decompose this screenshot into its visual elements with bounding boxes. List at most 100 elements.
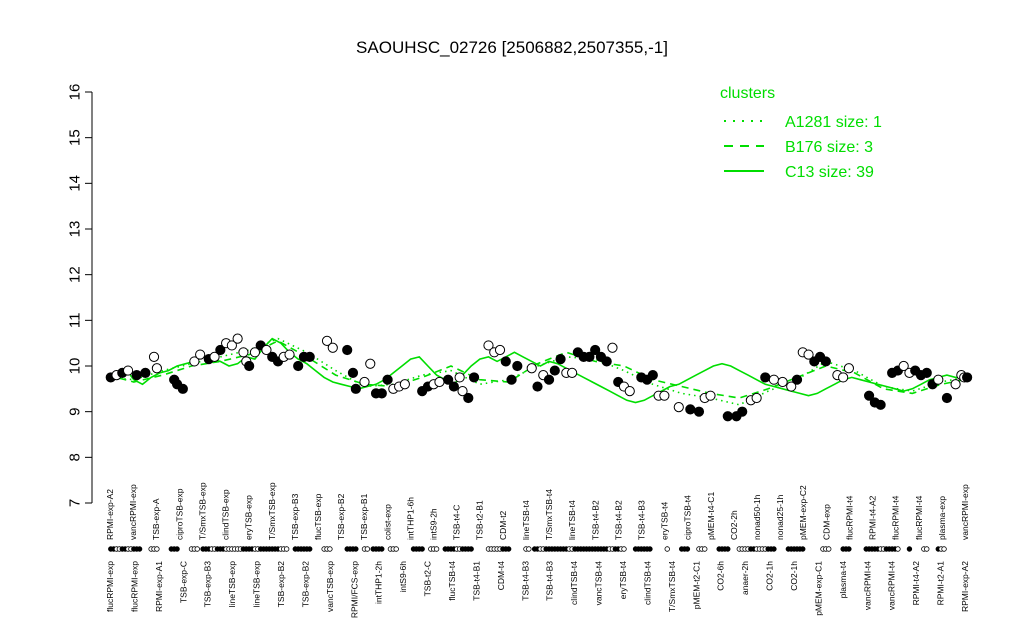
data-point-filled [140,367,151,378]
rug-mark-open [895,546,901,552]
top-sample-label: TSB-t4-C [452,505,462,540]
data-point-filled [875,399,886,410]
bottom-sample-label: RPMI-t2-A1 [936,561,946,606]
data-point-filled [555,354,566,365]
bottom-sample-label: RPMI-t4-A2 [911,561,921,606]
bottom-sample-label: RPMI-exp-A1 [154,561,164,612]
data-point-open [284,349,295,360]
sample-rug [108,546,947,552]
data-point-open [567,367,578,378]
data-point-filled [342,344,353,356]
data-point-filled [293,360,304,372]
data-point-filled [468,372,480,383]
data-point-open [399,379,410,390]
rug-mark-filled [353,546,359,552]
data-point-open [232,333,243,344]
top-sample-label: vancRPMI-exp [960,484,970,540]
top-sample-label: TSB-t4-B2 [590,500,600,540]
bottom-sample-label: flucRPMI-exp [129,561,139,612]
top-sample-label: eryTSB-t4 [660,501,670,540]
bottom-sample-label: clindTSB-t4 [642,561,652,605]
rug-mark-filled [906,546,913,552]
top-sample-label: intTHP1-6h [405,497,415,540]
top-sample-label: T/SmxTSB-t4 [544,489,554,540]
data-point-filled [921,367,932,378]
data-point-open [195,349,206,360]
rug-mark-open [327,546,333,552]
bottom-sample-label: lineTSB-exp [252,561,262,608]
bottom-sample-label: vancTSB-exp [325,561,335,612]
y-axis: 7 8 9 10 11 12 13 14 15 16 [66,84,93,507]
data-point-open [933,374,944,385]
top-sample-label: ciproTSB-exp [174,488,184,540]
bottom-sample-label: flucTSB-t4 [447,561,457,601]
data-point-filled [760,372,771,383]
bottom-sample-label: intS9-6h [398,561,408,593]
y-tick-label: 15 [66,129,83,146]
data-point-open [843,363,855,374]
data-point-filled [304,351,315,362]
y-tick-label: 9 [66,407,83,415]
bottom-sample-label: TSB-t4-B3 [545,561,555,601]
y-tick-label: 13 [66,221,83,238]
data-point-open [705,390,716,401]
top-sample-label: nonad25-1h [775,494,785,540]
bottom-sample-label: TSB-exp-B2 [300,561,310,608]
rug-mark-filled [684,546,691,552]
legend-entry-label: C13 size: 39 [785,164,874,181]
legend: clusters A1281 size: 1 B176 size: 3 C13 si… [720,85,882,181]
top-sample-label: nonad50-1h [752,494,762,540]
data-point-filled [549,365,560,376]
rug-mark-filled [379,546,385,552]
rug-mark-filled [846,546,852,552]
top-sample-label: flucRPMI-t4 [844,495,854,540]
bottom-sample-label: TSB-t4-B1 [471,561,481,601]
bottom-sample-label: TSB-t4-B3 [520,561,530,601]
top-sample-label: TSB-t4-B3 [636,500,646,540]
top-sample-label: TSB-t2-B1 [475,500,485,540]
bottom-sample-labels: flucRPMI-exp flucRPMI-exp RPMI-exp-A1 TSB-e… [105,561,970,618]
top-sample-label: T/SmxTSB-exp [267,482,277,540]
top-sample-label: TSB-exp-B3 [290,493,300,540]
y-tick-label: 16 [66,84,83,101]
rug-mark-open [526,546,532,552]
top-sample-label: colist-exp [382,504,392,540]
bottom-sample-label: TSB-exp-C [178,561,188,603]
data-point-filled [941,392,953,404]
top-sample-label: CDM-exp [821,504,831,540]
top-sample-label: TSB-exp-B2 [336,493,346,540]
top-sample-label: CDM-t2 [498,510,508,540]
bottom-sample-label: TSB-exp-B3 [203,561,213,608]
top-sample-label: RPMI-t4-A2 [868,495,878,540]
bottom-sample-label: eryTSB-t4 [618,561,628,600]
bottom-sample-label: CDM-t4 [496,561,506,591]
data-point-open [365,358,376,369]
bottom-sample-label: TSB-t2-C [423,561,433,596]
rug-mark-filled [647,546,653,552]
bottom-sample-label: pMEM-exp-C1 [813,561,823,616]
y-tick-label: 8 [66,453,83,461]
data-point-open [238,347,249,358]
rug-mark-open [664,546,670,552]
rug-mark-open [154,546,160,552]
data-point-filled [512,360,523,372]
top-sample-label: intS9-2h [428,508,438,540]
bottom-sample-label: T/SmxTSB-t4 [667,561,677,612]
top-sample-label: pMEM-exp-C2 [798,485,808,540]
bottom-sample-label: clindTSB-t4 [569,561,579,605]
top-sample-labels: RPMI-exp-A2 vancRPMI-exp TSB-exp-A ciproTSB… [105,482,970,540]
data-point-filled [685,404,696,415]
top-sample-label: RPMI-exp-A2 [105,489,115,540]
top-sample-label: pMEM-t4-C1 [706,492,716,540]
bottom-sample-label: vancRPMI-t4 [887,561,897,610]
top-sample-label: ciproTSB-t4 [683,495,693,540]
data-point-filled [131,370,142,381]
data-point-open [494,344,506,356]
data-point-filled [244,360,255,372]
data-point-filled [532,381,543,392]
data-point-open [673,402,684,413]
rug-mark-filled [468,546,474,552]
rug-mark-filled [136,546,143,552]
top-sample-label: TSB-exp-B1 [359,493,369,540]
rug-mark-open [194,546,200,552]
